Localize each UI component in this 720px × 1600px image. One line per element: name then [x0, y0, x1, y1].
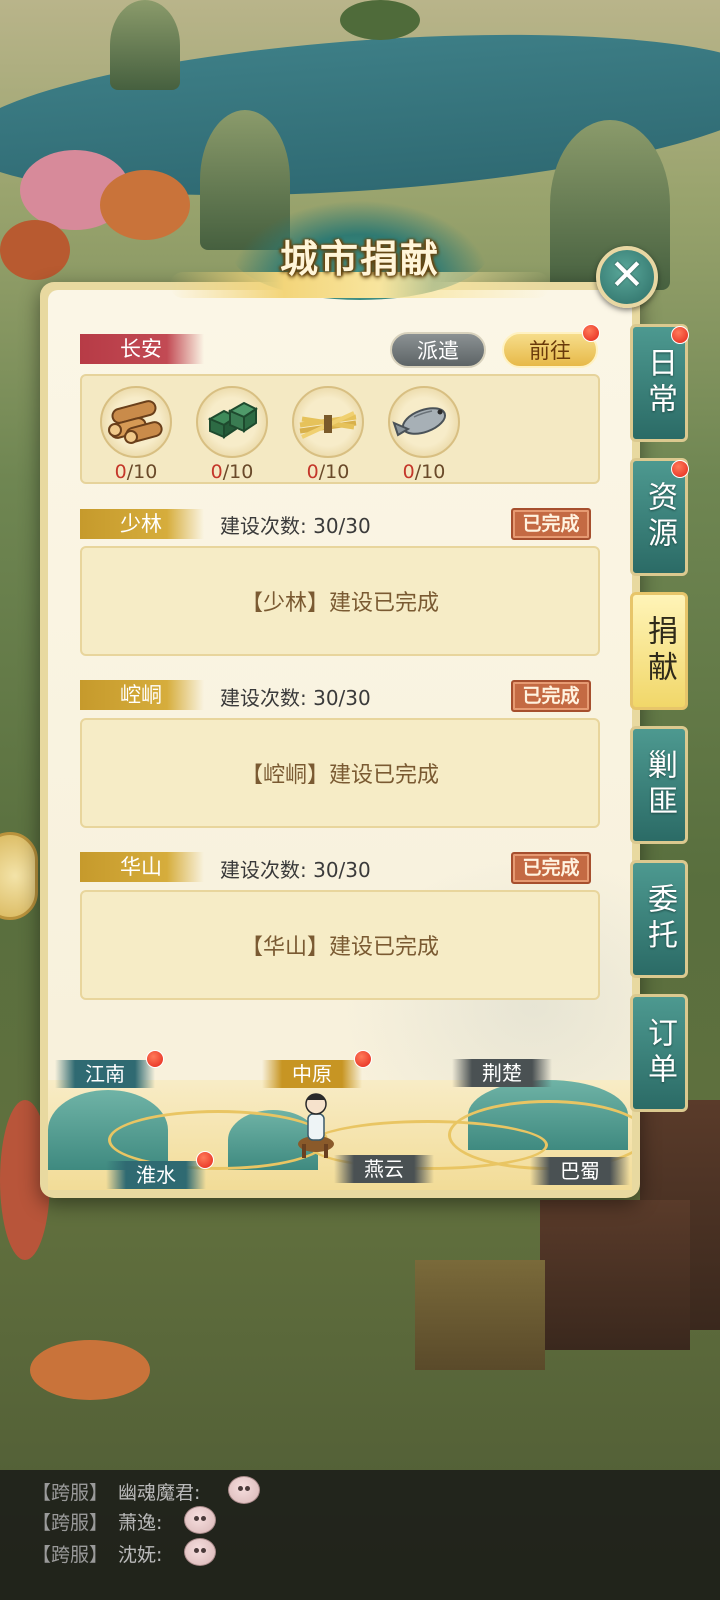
building-name-tag: 崆峒: [80, 680, 204, 710]
region-jiangnan[interactable]: 江南: [55, 1060, 155, 1088]
tab-label: 订单: [642, 1017, 677, 1089]
count-label: 建设次数:: [220, 686, 307, 710]
count-value: 30/30: [313, 686, 371, 710]
region-bashu[interactable]: 巴蜀: [530, 1157, 630, 1185]
tab-bandits[interactable]: 剿匪: [630, 726, 688, 844]
resource-item[interactable]: 0/10: [388, 386, 460, 483]
building-status-box: 【少林】建设已完成: [80, 546, 600, 656]
grain-bundle-icon: [292, 386, 364, 458]
chat-user: 幽魂魔君:: [118, 1482, 201, 1504]
notification-dot: [354, 1050, 372, 1068]
emoji-icon: [184, 1538, 216, 1566]
chat-channel: 【跨服】: [32, 1482, 109, 1504]
tab-commission[interactable]: 委托: [630, 860, 688, 978]
dispatch-button[interactable]: 派遣: [390, 332, 486, 368]
count-label: 建设次数:: [220, 858, 307, 882]
tree: [30, 1340, 150, 1400]
notification-dot: [671, 460, 689, 478]
chat-channel: 【跨服】: [32, 1544, 109, 1566]
notification-dot: [196, 1151, 214, 1169]
chat-toggle-button[interactable]: [0, 832, 38, 920]
tree: [340, 0, 420, 40]
resource-item[interactable]: 0/10: [292, 386, 364, 483]
tab-orders[interactable]: 订单: [630, 994, 688, 1112]
resource-list: 0/10 0/10 0/10 0/10: [80, 374, 600, 484]
tab-label: 资源: [642, 481, 677, 553]
notification-dot: [146, 1050, 164, 1068]
chat-message: 【跨服】 萧逸:: [32, 1508, 162, 1535]
tab-label: 捐献: [642, 615, 677, 687]
building-name-tag: 华山: [80, 852, 204, 882]
region-zhongyuan[interactable]: 中原: [262, 1060, 362, 1088]
resource-total: /10: [318, 461, 350, 483]
notification-dot: [671, 326, 689, 344]
resource-current: 0: [210, 461, 223, 483]
count-value: 30/30: [313, 858, 371, 882]
notification-dot: [582, 324, 600, 342]
resource-total: /10: [414, 461, 446, 483]
jade-stones-icon: [196, 386, 268, 458]
region-huaishui[interactable]: 淮水: [106, 1161, 206, 1189]
construction-count: 建设次数: 30/30: [220, 510, 371, 539]
resource-item[interactable]: 0/10: [100, 386, 172, 483]
close-icon: ✕: [609, 250, 645, 299]
chat-user: 萧逸:: [118, 1512, 163, 1534]
emoji-icon: [228, 1476, 260, 1504]
wood-logs-icon: [100, 386, 172, 458]
tab-label: 日常: [642, 347, 677, 419]
resource-total: /10: [126, 461, 158, 483]
tab-donate[interactable]: 捐献: [630, 592, 688, 710]
fish-icon: [388, 386, 460, 458]
building-status-message: 【华山】建设已完成: [240, 935, 439, 960]
resource-item[interactable]: 0/10: [196, 386, 268, 483]
building-status-message: 【少林】建设已完成: [240, 591, 439, 616]
completed-stamp: 已完成: [511, 852, 591, 884]
building: [540, 1200, 690, 1350]
count-value: 30/30: [313, 514, 371, 538]
mountain: [110, 0, 180, 90]
tree: [0, 220, 70, 280]
building: [415, 1260, 545, 1370]
building-status-message: 【崆峒】建设已完成: [240, 763, 439, 788]
region-yanyun[interactable]: 燕云: [334, 1155, 434, 1183]
resource-current: 0: [114, 461, 127, 483]
chat-message: 【跨服】 沈妩:: [32, 1540, 162, 1567]
building-name-tag: 少林: [80, 509, 204, 539]
tab-label: 委托: [642, 883, 677, 955]
player-rider-icon: [298, 1093, 334, 1158]
panel-title: 城市捐献: [279, 236, 440, 281]
construction-count: 建设次数: 30/30: [220, 682, 371, 711]
resource-current: 0: [306, 461, 319, 483]
tab-label: 剿匪: [642, 749, 677, 821]
region-jingchu[interactable]: 荆楚: [452, 1059, 552, 1087]
resource-current: 0: [402, 461, 415, 483]
city-name-tag: 长安: [80, 334, 204, 364]
chat-channel: 【跨服】: [32, 1512, 109, 1534]
chat-user: 沈妩:: [118, 1544, 163, 1566]
emoji-icon: [184, 1506, 216, 1534]
count-label: 建设次数:: [220, 514, 307, 538]
tree: [100, 170, 190, 240]
construction-count: 建设次数: 30/30: [220, 854, 371, 883]
chat-bar[interactable]: 【跨服】 幽魂魔君: 【跨服】 萧逸: 【跨服】 沈妩:: [0, 1470, 720, 1600]
close-button[interactable]: ✕: [596, 246, 658, 308]
completed-stamp: 已完成: [511, 680, 591, 712]
chat-message: 【跨服】 幽魂魔君:: [32, 1478, 200, 1505]
completed-stamp: 已完成: [511, 508, 591, 540]
building-status-box: 【华山】建设已完成: [80, 890, 600, 1000]
resource-total: /10: [222, 461, 254, 483]
building-status-box: 【崆峒】建设已完成: [80, 718, 600, 828]
